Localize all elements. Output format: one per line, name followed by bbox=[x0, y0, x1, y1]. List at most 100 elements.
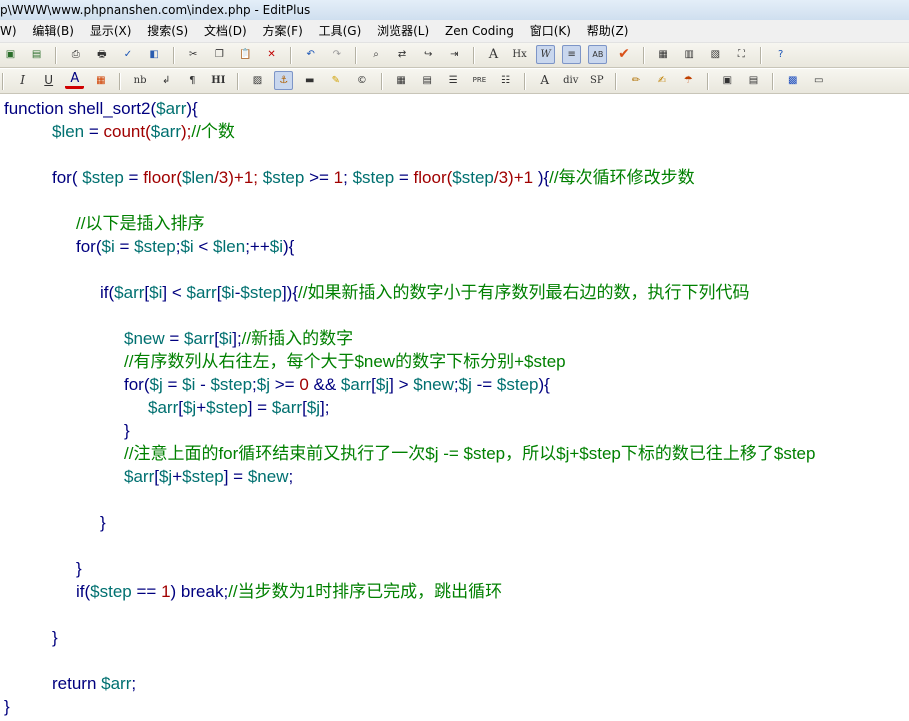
span-tag-icon[interactable]: SP bbox=[587, 71, 606, 90]
list-icon[interactable]: ▬ bbox=[300, 71, 319, 90]
delete-icon[interactable]: ✕ bbox=[262, 45, 281, 64]
menu-view[interactable]: 显示(X) bbox=[84, 20, 138, 42]
output-icon[interactable]: ▧ bbox=[706, 45, 725, 64]
code-editor[interactable]: function shell_sort2($arr){ $len = count… bbox=[0, 95, 909, 721]
edit-icon[interactable]: ✏ bbox=[627, 71, 646, 90]
cut-icon[interactable]: ✂ bbox=[184, 45, 203, 64]
toolbar-separator bbox=[760, 47, 762, 64]
font-color-icon[interactable]: A bbox=[65, 71, 85, 89]
print-icon[interactable]: 🖶 bbox=[92, 45, 111, 64]
hr-icon[interactable]: HI bbox=[209, 71, 228, 90]
wordwrap-icon[interactable]: W bbox=[536, 45, 556, 64]
copy-icon[interactable]: ❐ bbox=[210, 45, 229, 64]
directory-icon[interactable]: ▥ bbox=[680, 45, 699, 64]
menu-edit[interactable]: 编辑(B) bbox=[26, 20, 80, 42]
menu-window[interactable]: W) bbox=[0, 20, 23, 42]
br-icon[interactable]: ↲ bbox=[157, 71, 176, 90]
indent-icon[interactable]: ⇥ bbox=[445, 45, 464, 64]
italic-icon[interactable]: I bbox=[13, 71, 32, 90]
help-icon[interactable]: ? bbox=[771, 45, 790, 64]
anchor-icon[interactable]: ⚓ bbox=[274, 71, 294, 90]
table-icon[interactable]: ▦ bbox=[392, 71, 411, 90]
image-icon[interactable]: ▨ bbox=[248, 71, 267, 90]
print-preview-icon[interactable]: ⎙ bbox=[66, 45, 85, 64]
code-line-19: } bbox=[4, 697, 10, 716]
code-line-2: $len = count($arr);//个数 bbox=[52, 122, 235, 141]
find-icon[interactable]: ⌕ bbox=[367, 45, 386, 64]
goto-icon[interactable]: ↪ bbox=[419, 45, 438, 64]
toolbar-separator bbox=[2, 73, 4, 90]
hex-icon[interactable]: Hx bbox=[510, 45, 529, 64]
code-line-15: } bbox=[76, 559, 82, 578]
title-bar: p\WWW\www.phpnanshen.com\index.php - Edi… bbox=[0, 0, 909, 20]
spellcheck-icon[interactable]: ✓ bbox=[118, 45, 137, 64]
menu-search[interactable]: 搜索(S) bbox=[141, 20, 194, 42]
save-all-icon[interactable]: ▤ bbox=[27, 45, 46, 64]
select-icon[interactable]: ▤ bbox=[744, 71, 763, 90]
code-line-11: } bbox=[124, 421, 130, 440]
frame-icon[interactable]: ▣ bbox=[718, 71, 737, 90]
html-toolbar: I U A ▦ nb ↲ ¶ HI ▨ ⚓ ▬ ✎ © ▦ ▤ ☰ PRE ☷ … bbox=[0, 69, 909, 94]
center-icon[interactable]: ☰ bbox=[444, 71, 463, 90]
toolbar-separator bbox=[119, 73, 122, 90]
browser-icon[interactable]: ◧ bbox=[145, 45, 164, 64]
style-icon[interactable]: ✍ bbox=[653, 71, 672, 90]
a-tag-icon[interactable]: A bbox=[535, 71, 554, 90]
check-icon[interactable]: ✔ bbox=[614, 45, 633, 64]
code-line-6: if($arr[$i] < $arr[$i-$step]){//如果新插入的数字… bbox=[100, 283, 750, 302]
menu-bar: W) 编辑(B) 显示(X) 搜索(S) 文档(D) 方案(F) 工具(G) 浏… bbox=[0, 20, 909, 43]
toolbar-separator bbox=[706, 73, 709, 90]
menu-window-k[interactable]: 窗口(K) bbox=[524, 20, 577, 42]
code-line-18: return $arr; bbox=[52, 674, 137, 693]
undo-icon[interactable]: ↶ bbox=[301, 45, 320, 64]
replace-icon[interactable]: ⇄ bbox=[393, 45, 412, 64]
menu-browser[interactable]: 浏览器(L) bbox=[371, 20, 435, 42]
menu-help[interactable]: 帮助(Z) bbox=[581, 20, 635, 42]
paste-icon[interactable]: 📋 bbox=[236, 45, 255, 64]
script-icon[interactable]: ☂ bbox=[679, 71, 698, 90]
menu-tools[interactable]: 工具(G) bbox=[313, 20, 368, 42]
toolbar-separator bbox=[55, 47, 58, 64]
code-line-8: //有序数列从右往左，每个大于$new的数字下标分别+$step bbox=[124, 352, 566, 371]
code-line-7: $new = $arr[$i];//新插入的数字 bbox=[124, 329, 354, 348]
form-icon[interactable]: ▤ bbox=[418, 71, 437, 90]
fullscreen-icon[interactable]: ⛶ bbox=[732, 45, 751, 64]
redo-icon[interactable]: ↷ bbox=[327, 45, 346, 64]
cliptext-icon[interactable]: ▦ bbox=[654, 45, 673, 64]
div-tag-icon[interactable]: div bbox=[561, 71, 580, 90]
ruler-icon[interactable]: AB bbox=[588, 45, 608, 64]
menu-project[interactable]: 方案(F) bbox=[256, 20, 308, 42]
toolbar-separator bbox=[236, 73, 239, 90]
nbsp-icon[interactable]: nb bbox=[131, 71, 150, 90]
toolbar-separator bbox=[642, 47, 645, 64]
menu-zen-coding[interactable]: Zen Coding bbox=[439, 20, 520, 42]
linenumber-icon[interactable]: ≡ bbox=[562, 45, 582, 64]
toolbar-separator bbox=[615, 73, 618, 90]
code-line-14: } bbox=[100, 513, 106, 532]
toolbar-separator bbox=[772, 73, 775, 90]
code-line-1: function shell_sort2($arr){ bbox=[4, 99, 198, 118]
code-line-3: for( $step = floor($len/3)+1; $step >= 1… bbox=[52, 168, 695, 187]
font-icon[interactable]: A bbox=[484, 45, 503, 64]
code-line-9: for($j = $i - $step;$j >= 0 && $arr[$j] … bbox=[124, 375, 550, 394]
code-line-16: if($step == 1) break;//当步数为1时排序已完成，跳出循环 bbox=[76, 582, 503, 601]
save-icon[interactable]: ▣ bbox=[1, 45, 20, 64]
toolbar-separator bbox=[380, 73, 383, 90]
toolbar-separator bbox=[290, 47, 293, 64]
color-picker-icon[interactable]: ▩ bbox=[783, 71, 802, 90]
color-icon[interactable]: ▦ bbox=[91, 71, 110, 90]
window-icon[interactable]: ▭ bbox=[809, 71, 828, 90]
underline-icon[interactable]: U bbox=[39, 71, 58, 90]
code-line-10: $arr[$j+$step] = $arr[$j]; bbox=[148, 398, 330, 417]
numbered-list-icon[interactable]: ☷ bbox=[496, 71, 515, 90]
para-icon[interactable]: ¶ bbox=[183, 71, 202, 90]
toolbar-separator bbox=[472, 47, 475, 64]
code-line-13: $arr[$j+$step] = $new; bbox=[124, 467, 294, 486]
pre-icon[interactable]: PRE bbox=[470, 71, 489, 90]
toolbar-separator bbox=[524, 73, 527, 90]
code-line-5: for($i = $step;$i < $len;++$i){ bbox=[76, 237, 295, 256]
toolbar-separator bbox=[172, 47, 175, 64]
highlight-icon[interactable]: ✎ bbox=[326, 71, 345, 90]
copyright-icon[interactable]: © bbox=[352, 71, 371, 90]
menu-document[interactable]: 文档(D) bbox=[198, 20, 253, 42]
